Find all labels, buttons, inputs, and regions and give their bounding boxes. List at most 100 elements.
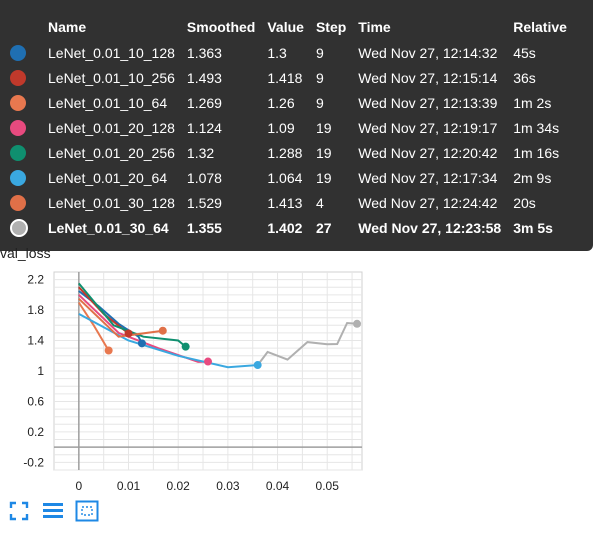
tooltip-body: LeNet_0.01_10_128 1.363 1.3 9 Wed Nov 27, 12…: [10, 40, 579, 240]
run-name: LeNet_0.01_20_64: [48, 169, 168, 186]
raw-value: 1.413: [267, 194, 303, 211]
time-value: Wed Nov 27, 12:14:32: [358, 44, 498, 61]
series-color-dot: [10, 69, 26, 86]
time-value: Wed Nov 27, 12:23:58: [358, 219, 502, 236]
fit-domain-button[interactable]: [74, 498, 100, 524]
fit-domain-icon: [75, 500, 99, 522]
series-color-dot: [10, 119, 26, 136]
smoothed-value: 1.363: [186, 44, 222, 61]
header-step: Step: [315, 19, 347, 35]
time-value: Wed Nov 27, 12:13:39: [358, 94, 498, 111]
x-tick-label: 0: [75, 479, 82, 493]
series-point: [353, 319, 362, 328]
series-color-dot: [10, 169, 26, 186]
run-name: LeNet_0.01_20_256: [48, 144, 175, 161]
series-point: [137, 339, 146, 348]
chart-grid: [53, 271, 363, 471]
relative-value: 45s: [513, 44, 536, 61]
y-tick-label: 1.4: [27, 334, 44, 348]
y-tick-label: 2.2: [27, 273, 44, 287]
run-name: LeNet_0.01_30_128: [48, 194, 175, 211]
series-point: [253, 361, 262, 370]
series-color-dot: [10, 144, 26, 161]
series-point: [104, 346, 113, 355]
row-color-dot: [10, 165, 48, 190]
step-value: 4: [315, 194, 324, 211]
raw-value: 1.402: [267, 219, 303, 236]
raw-value: 1.09: [267, 119, 295, 136]
row-color-dot: [10, 40, 48, 65]
row-color-dot: [10, 190, 48, 215]
series-point: [158, 326, 167, 335]
series-point: [124, 329, 133, 338]
legend-toggle-button[interactable]: [40, 498, 66, 524]
smoothed-value: 1.269: [186, 94, 222, 111]
y-tick-label: 0.6: [27, 394, 44, 408]
y-axis-ticks: 2.2 1.8 1.4 1 0.6 0.2 -0.2: [23, 273, 44, 470]
chart-toolbar: [6, 498, 100, 524]
series-color-dot: [10, 218, 28, 237]
y-tick-label: 1: [37, 364, 44, 378]
time-value: Wed Nov 27, 12:15:14: [358, 69, 498, 86]
tooltip-row: LeNet_0.01_30_64 1.355 1.402 27 Wed Nov 27, …: [10, 215, 579, 240]
header-name: Name: [48, 19, 87, 35]
x-tick-label: 0.02: [167, 479, 191, 493]
run-name: LeNet_0.01_10_256: [48, 69, 175, 86]
series-color-dot: [10, 194, 26, 211]
row-color-dot: [10, 140, 48, 165]
relative-value: 1m 16s: [513, 144, 560, 161]
tooltip-row: LeNet_0.01_10_64 1.269 1.26 9 Wed Nov 27, 12…: [10, 90, 579, 115]
step-value: 19: [315, 169, 332, 186]
run-name: LeNet_0.01_10_64: [48, 94, 168, 111]
row-color-dot: [10, 115, 48, 140]
series-color-dot: [10, 44, 26, 61]
step-value: 9: [315, 44, 324, 61]
smoothed-value: 1.493: [186, 69, 222, 86]
tooltip-row: LeNet_0.01_10_128 1.363 1.3 9 Wed Nov 27, 12…: [10, 40, 579, 65]
relative-value: 3m 5s: [513, 219, 553, 236]
relative-value: 1m 34s: [513, 119, 560, 136]
relative-value: 20s: [513, 194, 536, 211]
relative-value: 2m 9s: [513, 169, 552, 186]
smoothed-value: 1.529: [186, 194, 222, 211]
time-value: Wed Nov 27, 12:24:42: [358, 194, 498, 211]
header-relative: Relative: [513, 19, 567, 35]
smoothed-value: 1.124: [186, 119, 222, 136]
series-point: [181, 342, 190, 351]
step-value: 19: [315, 119, 332, 136]
smoothed-value: 1.32: [186, 144, 215, 161]
header-time: Time: [358, 19, 391, 35]
run-name: LeNet_0.01_20_128: [48, 119, 175, 136]
raw-value: 1.3: [267, 44, 287, 61]
raw-value: 1.064: [267, 169, 303, 186]
x-tick-label: 0.05: [316, 479, 340, 493]
relative-value: 36s: [513, 69, 536, 86]
tooltip-row: LeNet_0.01_20_256 1.32 1.288 19 Wed Nov 27, …: [10, 140, 579, 165]
header-value: Value: [267, 19, 304, 35]
tooltip-row: LeNet_0.01_20_128 1.124 1.09 19 Wed Nov 27, …: [10, 115, 579, 140]
y-tick-label: 1.8: [27, 303, 44, 317]
fullscreen-icon: [9, 501, 29, 521]
header-smoothed: Smoothed: [186, 19, 256, 35]
tooltip-row: LeNet_0.01_30_128 1.529 1.413 4 Wed Nov 27, …: [10, 190, 579, 215]
series-point: [204, 357, 212, 366]
raw-value: 1.288: [267, 144, 303, 161]
step-value: 9: [315, 69, 324, 86]
tooltip-row: LeNet_0.01_10_256 1.493 1.418 9 Wed Nov 27, …: [10, 65, 579, 90]
series-line: [256, 321, 358, 366]
y-tick-label: 0.2: [27, 425, 44, 439]
x-tick-label: 0.04: [266, 479, 290, 493]
fullscreen-button[interactable]: [6, 498, 32, 524]
series-color-dot: [10, 94, 26, 111]
time-value: Wed Nov 27, 12:20:42: [358, 144, 498, 161]
step-value: 9: [315, 94, 324, 111]
row-color-dot: [10, 90, 48, 115]
relative-value: 1m 2s: [513, 94, 552, 111]
y-tick-label: -0.2: [23, 455, 44, 469]
legend-toggle-icon: [43, 503, 63, 518]
x-tick-label: 0.01: [117, 479, 141, 493]
smoothed-value: 1.355: [186, 219, 222, 236]
header-dot: [10, 18, 48, 40]
smoothed-value: 1.078: [186, 169, 222, 186]
row-color-dot: [10, 215, 48, 240]
